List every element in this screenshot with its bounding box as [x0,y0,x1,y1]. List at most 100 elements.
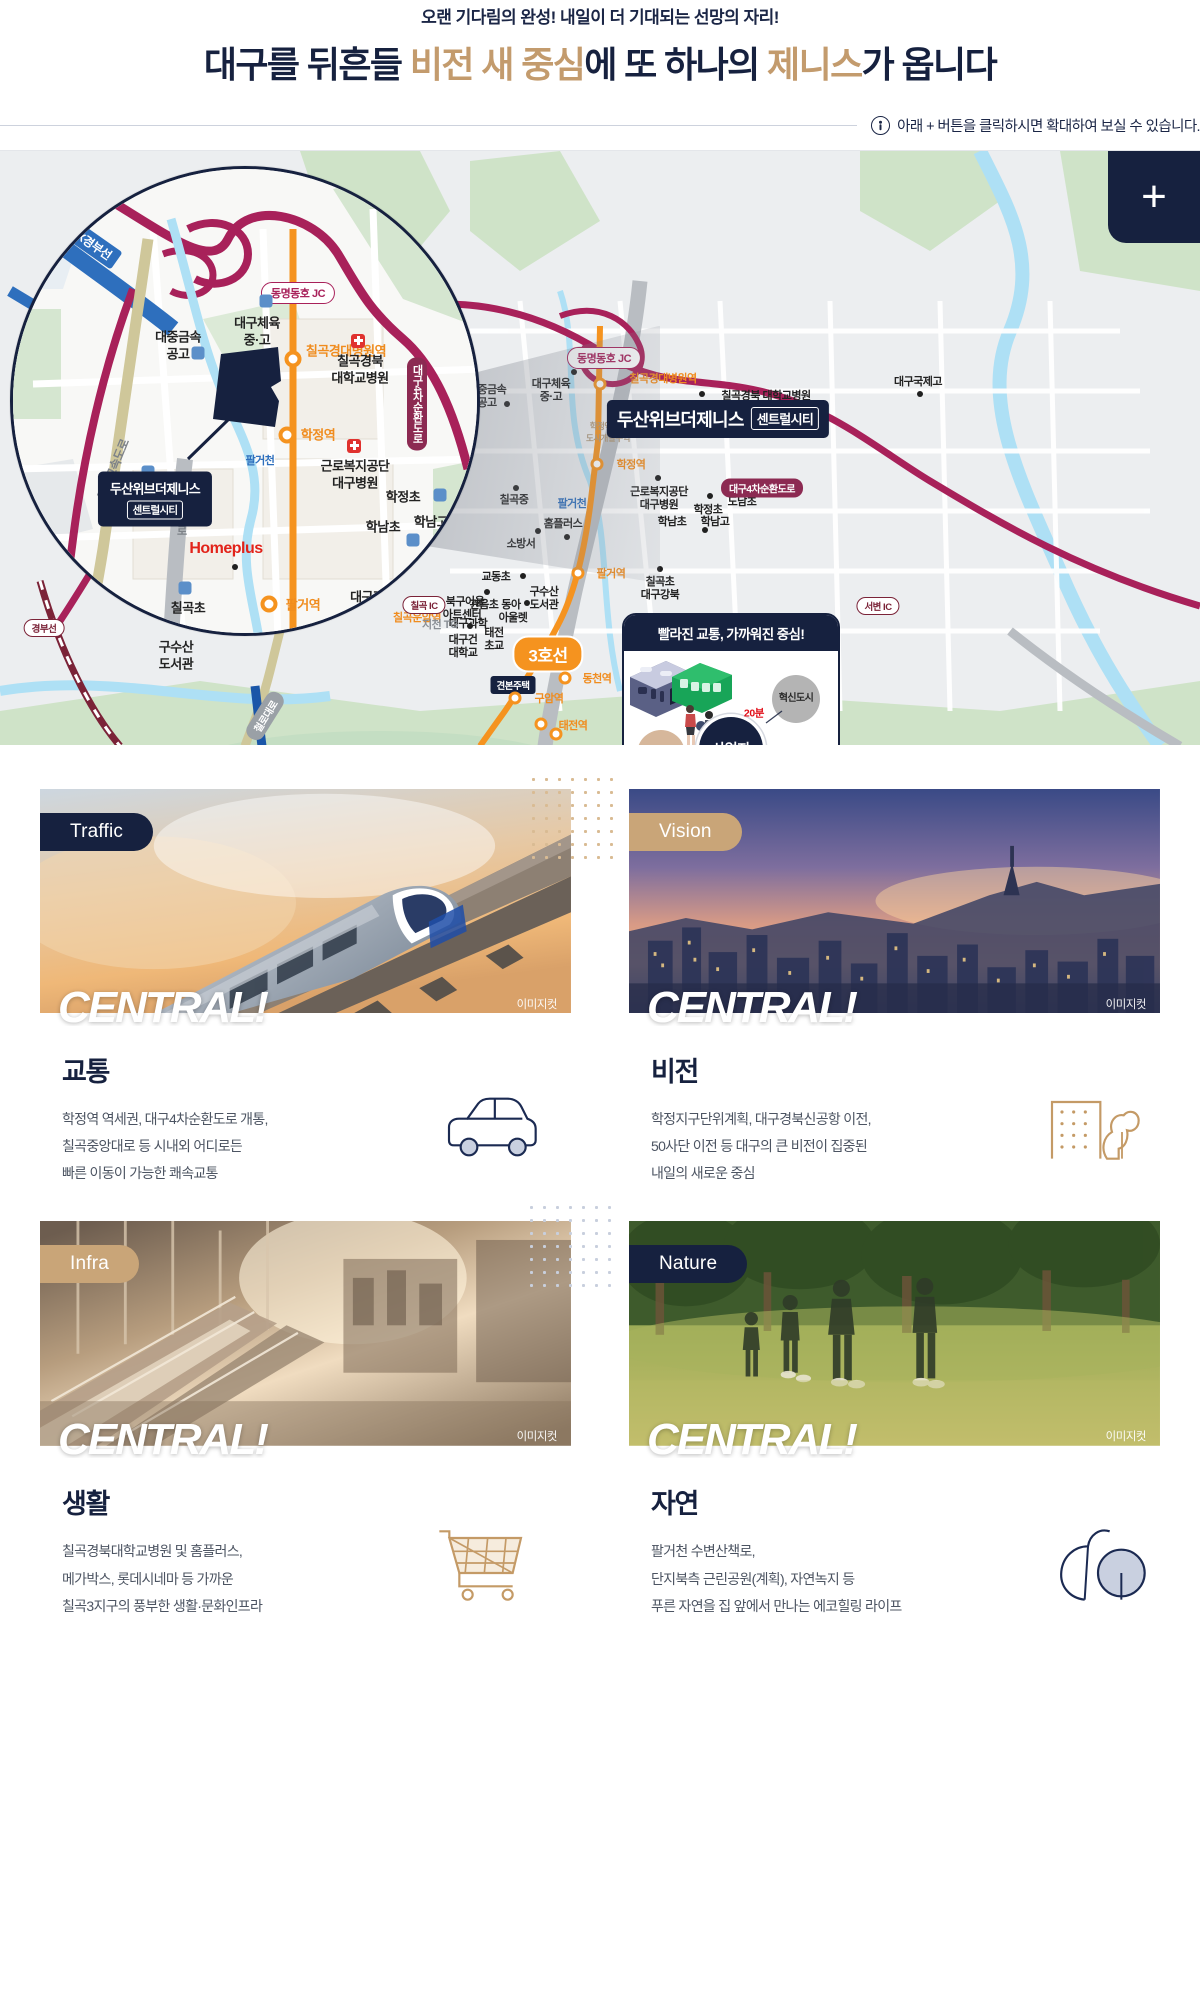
feature-card-infra[interactable]: Infra CENTRAL! 이미지컷 생활 칠곡경북대학교병원 및 홈플러스,… [40,1201,611,1620]
card-badge-traffic: Traffic [40,812,154,851]
mag-label-daejung-metal-2: 공고 [166,346,190,362]
info-circle-icon [871,115,891,135]
card-desc-infra: 칠곡경북대학교병원 및 홈플러스, 메가박스, 롯데시네마 등 가까운 칠곡3지… [62,1543,263,1615]
site-chip-main-sub: 센트럴시티 [750,407,820,431]
mag-school-icon [406,533,420,547]
page-header: 오랜 기다림의 완성! 내일이 더 기대되는 선망의 자리! 대구를 뒤흔들 비… [0,0,1200,136]
map-label-haknam-hs: 학남고 [700,515,730,528]
card-figure: Infra CENTRAL! 이미지컷 [40,1221,571,1458]
card-overlay-vision: CENTRAL! [647,982,858,1026]
mag-dot [400,609,406,616]
card-imgcut-traffic: 이미지컷 [516,998,558,1011]
travel-time-innovation-city: 20분 [743,707,765,720]
travel-time-card: 빨라진 교통, 가까워진 중심! 혁신도시 20분 [622,612,840,745]
travel-time-title: 빨라진 교통, 가까워진 중심! [624,614,838,651]
card-figure: Vision CENTRAL! 이미지컷 [629,788,1160,1026]
site-chip-mag-sub: 센트럴시티 [126,500,184,520]
card-overlay-infra: CENTRAL! [58,1415,269,1459]
card-body: 교통 학정역 역세권, 대구4차순환도로 개통, 칠곡중앙대로 등 시내외 어디… [40,1026,571,1188]
building-icon [1042,1084,1142,1170]
map-label-seobyeon-ic: 서변 IC [856,596,900,615]
site-chip-main: 두산위브더제니스 센트럴시티 [606,399,830,438]
headline-part-3: 가 옵니다 [861,43,998,85]
feature-card-vision[interactable]: Vision CENTRAL! 이미지컷 비전 학정지구단위계획, 대구경북신공… [629,788,1160,1188]
mag-label-palgeo-station: 팔거역 [285,597,321,613]
mag-hospital-icon [351,333,365,348]
map-station-guam [508,691,522,705]
mag-station-hakjeong [278,426,296,444]
mag-school-icon [433,488,447,502]
mag-school-icon [191,346,205,360]
map-dot [707,492,713,499]
map-label-4th-ring-road: 대구4차순환도로 [721,478,803,498]
map-dot [917,390,923,397]
location-map[interactable]: 동명동호 JC 칠곡경대병원역 대구체육 중·고 대중금속 공고 칠곡경북 대학… [0,149,1200,745]
mag-label-gususan-lib-2: 도서관 [158,656,194,672]
headline-part-2: 에 또 하나의 [584,43,768,85]
card-body: 생활 칠곡경북대학교병원 및 홈플러스, 메가박스, 롯데시네마 등 가까운 칠… [40,1458,571,1620]
map-label-line3: 3호선 [512,635,584,673]
map-dot [484,588,490,595]
card-desc-traffic: 학정역 역세권, 대구4차순환도로 개통, 칠곡중앙대로 등 시내외 어디로든 … [62,1110,268,1182]
card-figure: Traffic CENTRAL! 이미지컷 [40,788,571,1026]
card-overlay-nature: CENTRAL! [647,1415,858,1459]
dots-decoration [527,772,613,869]
card-imgcut-nature: 이미지컷 [1105,1431,1147,1444]
feature-cards: Traffic CENTRAL! 이미지컷 교통 학정역 역세권, 대구4차순환… [0,745,1200,1621]
tree-icon [1048,1520,1148,1606]
card-desc-vision: 학정지구단위계획, 대구경북신공항 이전, 50사단 이전 등 대구의 큰 비전… [651,1110,872,1182]
map-dot [520,572,526,579]
card-badge-vision: Vision [629,812,742,851]
map-magnifier: KTX경부선 동명동호 JC 칠곡경대병원역 대구체육 중·고 대중금속 공고 … [10,165,480,636]
map-label-daegu-intl-hs: 대구국제고 [893,375,943,388]
mag-station-chilgok [284,350,302,368]
mag-label-gangbuk-fire-2: 소방서 [348,606,384,622]
mag-school-icon [259,294,273,308]
card-title-infra: 생활 [62,1489,110,1520]
notice-text: 아래 + 버튼을 클릭하시면 확대하여 보실 수 있습니다. [897,118,1200,135]
map-label-gyodong-es: 교동초 [481,570,511,583]
card-desc-nature: 팔거천 수변산책로, 단지북측 근린공원(계획), 자연녹지 등 푸른 자연을 … [651,1543,902,1615]
mag-dot [232,563,238,570]
card-badge-infra: Infra [40,1245,140,1284]
mag-label-hakjeong-station: 학정역 [300,427,336,443]
site-chip-magnifier: 두산위브더제니스 센트럴시티 [97,471,213,527]
mag-school-icon [178,581,192,595]
mag-label-gyodong-es: 교동초 [90,618,126,634]
map-dot [699,390,705,397]
card-body: 자연 팔거천 수변산책로, 단지북측 근린공원(계획), 자연녹지 등 푸른 자… [629,1458,1160,1620]
mag-label-hakjeong-es: 학정초 [385,489,421,505]
mag-label-geunro-welfare-2: 대구병원 [332,475,378,491]
map-station-dongcheon [558,671,572,685]
card-imgcut-vision: 이미지컷 [1105,998,1147,1011]
landing-page: 오랜 기다림의 완성! 내일이 더 기대되는 선망의 자리! 대구를 뒤흔들 비… [0,0,1200,1620]
dots-decoration [525,1201,611,1298]
site-chip-main-title: 두산위브더제니스 [616,409,745,430]
travel-time-gumi-ic: 25분 [692,744,712,745]
map-label-daegu-health-u-2: 대학교 [448,646,478,659]
notice-body: 아래 + 버튼을 클릭하시면 확대하여 보실 수 있습니다. [857,115,1200,136]
mag-label-haknam-es: 학남초 [365,519,401,535]
card-figure: Nature CENTRAL! 이미지컷 [629,1221,1160,1458]
mag-hospital-icon [347,438,361,453]
map-station-taejeon [534,717,548,731]
card-title-nature: 자연 [651,1489,699,1520]
feature-card-traffic[interactable]: Traffic CENTRAL! 이미지컷 교통 학정역 역세권, 대구4차순환… [40,772,613,1188]
map-label-dongcheon-station: 동천역 [582,672,612,685]
map-station-chilgokunam [549,727,563,741]
card-overlay-traffic: CENTRAL! [58,982,269,1026]
car-icon [439,1084,539,1170]
mag-station-palgeo [260,595,278,613]
feature-card-nature[interactable]: Nature CENTRAL! 이미지컷 자연 팔거천 수변산책로, 단지북측 … [629,1221,1160,1620]
map-label-donga-outlet-2: 아울렛 [498,611,528,624]
notice-row: 아래 + 버튼을 클릭하시면 확대하여 보실 수 있습니다. [0,115,1200,136]
map-dot [524,599,530,606]
card-badge-nature: Nature [629,1245,748,1284]
card-body: 비전 학정지구단위계획, 대구경북신공항 이전, 50사단 이전 등 대구의 큰… [629,1026,1160,1188]
map-zoom-button[interactable]: + [1108,150,1200,243]
mag-label-haknam-hs: 학남고 [413,514,449,530]
headline-accent-2: 제니스 [767,43,863,85]
mag-label-chilgok-knu-2: 대학교병원 [331,370,389,386]
map-label-taejeon-es-2: 초교 [484,639,504,652]
card-imgcut-infra: 이미지컷 [516,1431,558,1444]
